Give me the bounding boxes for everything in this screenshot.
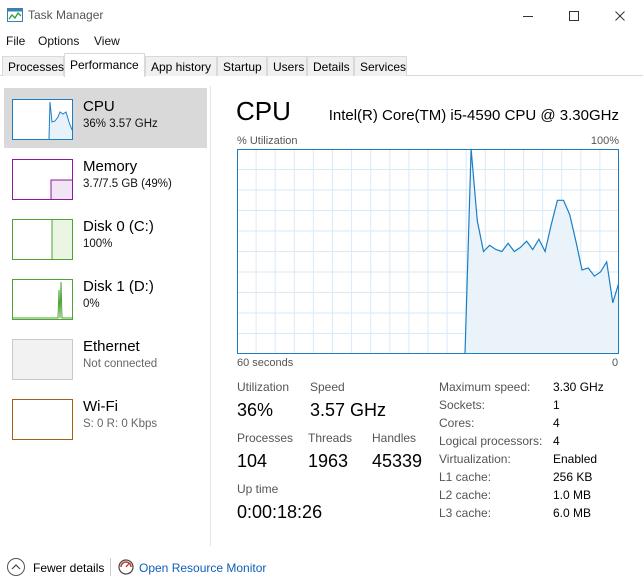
disk-1-thumbnail [12,279,73,320]
close-icon [615,10,625,21]
resource-list: CPU 36% 3.57 GHz Memory 3.7/7.5 GB (49%)… [0,86,211,546]
spec-value: 3.30 GHz [553,380,604,394]
tab-performance[interactable]: Performance [64,53,145,77]
sidebar-item-subtitle: 36% 3.57 GHz [83,118,158,130]
graph-y-max: 100% [590,135,619,147]
sidebar-item-title: Disk 1 (D:) [83,278,154,295]
tab-startup[interactable]: Startup [217,56,267,76]
ethernet-thumbnail [12,339,73,380]
close-button[interactable] [597,0,643,31]
handles-label: Handles [372,431,417,445]
speed-label: Speed [310,380,345,394]
tab-processes[interactable]: Processes [2,56,64,76]
cpu-thumbnail-graph [13,101,73,140]
spec-label: Logical processors: [439,434,543,448]
spec-value: 6.0 MB [553,506,592,520]
menu-options[interactable]: Options [38,34,79,48]
fewer-details-button[interactable] [7,558,25,576]
handles-value: 45339 [372,451,423,471]
sidebar-item-ethernet[interactable]: Ethernet Not connected [4,328,207,388]
footer-divider [110,558,111,576]
sidebar-item-title: CPU [83,98,115,115]
maximize-button[interactable] [551,0,597,31]
tab-services[interactable]: Services [354,56,407,76]
title-bar: Task Manager [0,0,643,31]
wifi-thumbnail [12,399,73,440]
tab-bar: Processes Performance App history Startu… [0,53,643,77]
sidebar-item-disk-1[interactable]: Disk 1 (D:) 0% [4,268,207,328]
sidebar-item-cpu[interactable]: CPU 36% 3.57 GHz [4,88,207,148]
minimize-icon [523,15,533,17]
cpu-thumbnail [12,99,73,140]
sidebar-item-subtitle: Not connected [83,358,158,370]
menu-file[interactable]: File [6,34,25,48]
sidebar-item-memory[interactable]: Memory 3.7/7.5 GB (49%) [4,148,207,208]
disk-0-thumbnail-graph [51,220,72,259]
speed-value: 3.57 GHz [310,400,387,420]
graph-x-left: 60 seconds [237,357,294,369]
spec-label: Cores: [439,416,475,430]
spec-label: L1 cache: [439,470,492,484]
task-manager-icon [7,8,23,22]
sidebar-item-title: Memory [83,158,138,175]
resource-monitor-icon[interactable] [118,559,134,575]
spec-label: Sockets: [439,398,486,412]
spec-label: L2 cache: [439,488,492,502]
chevron-up-icon [11,564,21,570]
sidebar-item-subtitle: 3.7/7.5 GB (49%) [83,178,172,190]
spec-value: 1.0 MB [553,488,592,502]
memory-thumbnail [12,159,73,200]
graph-y-label: % Utilization [237,135,298,147]
memory-thumbnail-graph [50,179,72,199]
spec-value: 4 [553,416,560,430]
tab-users[interactable]: Users [267,56,307,76]
spec-value: 1 [553,398,560,412]
sidebar-item-subtitle: 0% [83,298,100,310]
maximize-icon [569,10,579,21]
menu-view[interactable]: View [94,34,120,48]
window-title: Task Manager [28,8,104,22]
minimize-button[interactable] [505,0,551,31]
utilization-label: Utilization [237,380,290,394]
open-resource-monitor-link[interactable]: Open Resource Monitor [139,561,266,575]
sidebar-item-subtitle: S: 0 R: 0 Kbps [83,418,158,430]
sidebar-item-title: Disk 0 (C:) [83,218,154,235]
sidebar-item-title: Ethernet [83,338,140,355]
processes-value: 104 [237,451,268,471]
cpu-utilization-graph [237,149,619,354]
threads-value: 1963 [308,451,349,471]
spec-value: 4 [553,434,560,448]
uptime-value: 0:00:18:26 [237,502,323,522]
sidebar-item-subtitle: 100% [83,238,113,250]
disk-1-thumbnail-graph [13,281,72,319]
sidebar-item-title: Wi-Fi [83,398,118,415]
spec-value: Enabled [553,452,598,466]
threads-label: Threads [308,431,353,445]
tab-details[interactable]: Details [307,56,354,76]
uptime-label: Up time [237,482,279,496]
spec-label: Virtualization: [439,452,511,466]
sidebar-item-wifi[interactable]: Wi-Fi S: 0 R: 0 Kbps [4,388,207,448]
menu-bar: File Options View [0,31,643,51]
spec-value: 256 KB [553,470,593,484]
page-title: CPU [236,96,291,126]
spec-label: L3 cache: [439,506,492,520]
fewer-details-link[interactable]: Fewer details [33,561,104,575]
cpu-model-name: Intel(R) Core(TM) i5-4590 CPU @ 3.30GHz [328,107,619,124]
disk-0-thumbnail [12,219,73,260]
tab-app-history[interactable]: App history [145,56,217,76]
graph-x-right: 0 [612,357,619,369]
sidebar-item-disk-0[interactable]: Disk 0 (C:) 100% [4,208,207,268]
processes-label: Processes [237,431,294,445]
spec-label: Maximum speed: [439,380,531,394]
utilization-value: 36% [237,400,274,420]
